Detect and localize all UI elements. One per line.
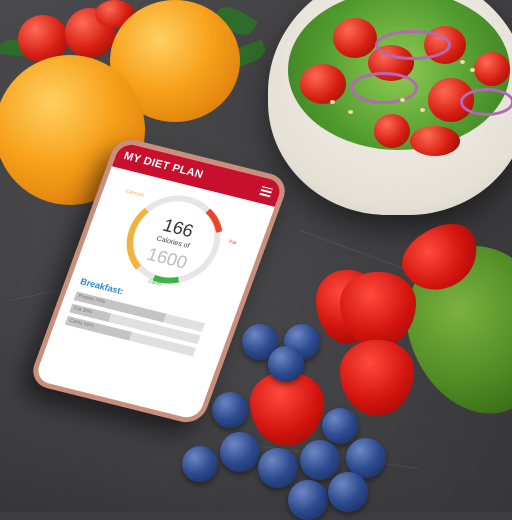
blueberry: [220, 432, 260, 472]
red-onion-ring: [375, 30, 451, 60]
blueberry: [328, 472, 368, 512]
cherry-tomato-half: [374, 114, 410, 148]
blueberry: [212, 392, 248, 428]
meal-progress-list: Protein 70% Fat 30% Carbs 50%: [63, 291, 205, 360]
red-onion-ring: [460, 88, 512, 116]
blueberry: [322, 408, 358, 444]
cherry-tomato-half: [474, 52, 510, 86]
cherry-tomato-half: [410, 126, 460, 156]
blueberry: [258, 448, 298, 488]
chickpea: [348, 110, 353, 114]
hamburger-icon[interactable]: [259, 185, 274, 197]
chickpea: [460, 60, 465, 64]
chickpea: [420, 108, 425, 112]
blueberry: [268, 346, 304, 382]
calorie-gauge: 166 Calories of 1600 Calories Fat Carbs: [96, 179, 253, 301]
chickpea: [470, 68, 475, 72]
chickpea: [330, 100, 335, 104]
chickpea: [400, 98, 405, 102]
app-title: MY DIET PLAN: [122, 150, 205, 182]
cherry-tomato-half: [300, 64, 346, 104]
blueberry: [288, 480, 328, 520]
cherry-tomato-half: [333, 18, 377, 58]
blueberry: [182, 446, 218, 482]
red-onion-ring: [350, 72, 418, 104]
blueberry: [300, 440, 340, 480]
marble-vein: [299, 230, 413, 273]
